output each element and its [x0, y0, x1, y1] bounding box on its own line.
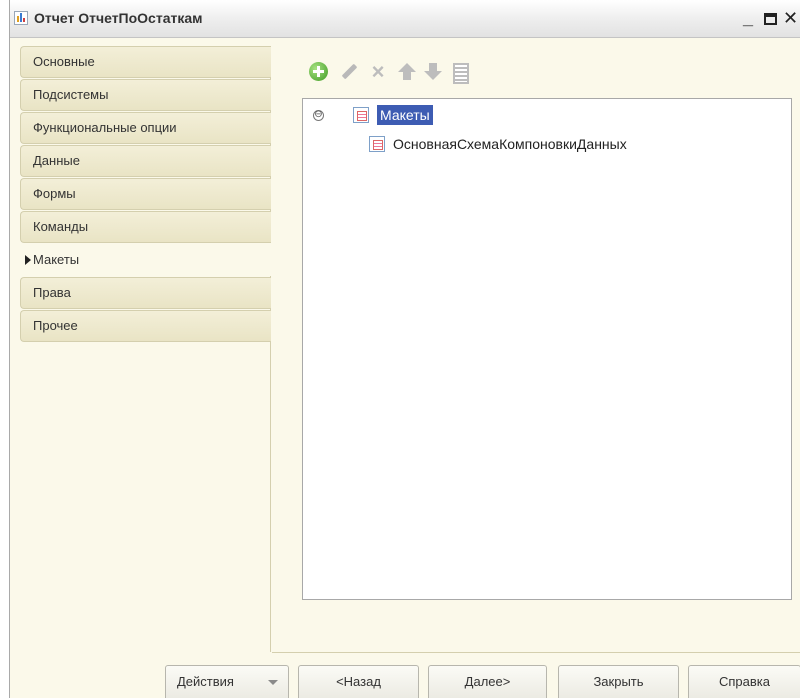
window-title: Отчет ОтчетПоОстаткам [34, 10, 203, 26]
layout-icon [369, 136, 385, 152]
tab-rights[interactable]: Права [20, 277, 271, 309]
tree-node-label[interactable]: Макеты [377, 105, 433, 125]
report-window: Отчет ОтчетПоОстаткам _ ✕ Основные Подси… [9, 0, 800, 698]
minimize-button[interactable]: _ [743, 8, 753, 28]
actions-label: Действия [177, 674, 234, 689]
tab-forms[interactable]: Формы [20, 178, 271, 210]
close-window-button[interactable]: ✕ [783, 8, 798, 28]
tab-functional-options[interactable]: Функциональные опции [20, 112, 271, 144]
collapse-icon[interactable]: ⊖ [313, 110, 324, 121]
sort-icon[interactable] [450, 62, 470, 84]
tab-data[interactable]: Данные [20, 145, 271, 177]
title-bar[interactable]: Отчет ОтчетПоОстаткам _ ✕ [10, 0, 800, 38]
delete-icon[interactable]: × [368, 61, 388, 83]
actions-button[interactable]: Действия [165, 665, 289, 698]
section-tabs: Основные Подсистемы Функциональные опции… [20, 46, 273, 343]
tab-other[interactable]: Прочее [20, 310, 271, 342]
move-up-icon[interactable] [397, 62, 417, 82]
edit-icon[interactable] [339, 62, 359, 82]
layouts-tree[interactable]: ⊖ Макеты ОсновнаяСхемаКомпоновкиДанных [302, 98, 792, 600]
next-button[interactable]: Далее> [428, 665, 547, 698]
close-button[interactable]: Закрыть [558, 665, 679, 698]
help-button[interactable]: Справка [688, 665, 800, 698]
tab-layouts[interactable]: Макеты [20, 244, 273, 276]
layout-folder-icon [353, 107, 369, 123]
back-button[interactable]: <Назад [298, 665, 419, 698]
tab-main[interactable]: Основные [20, 46, 271, 78]
tree-node-label[interactable]: ОсновнаяСхемаКомпоновкиДанных [393, 134, 627, 154]
move-down-icon[interactable] [423, 62, 443, 82]
report-icon [14, 11, 28, 25]
maximize-button[interactable] [764, 13, 777, 25]
tab-commands[interactable]: Команды [20, 211, 271, 243]
tab-subsystems[interactable]: Подсистемы [20, 79, 271, 111]
add-icon[interactable] [309, 62, 328, 81]
panel-bottom-border [272, 652, 800, 653]
chevron-down-icon [268, 680, 278, 685]
